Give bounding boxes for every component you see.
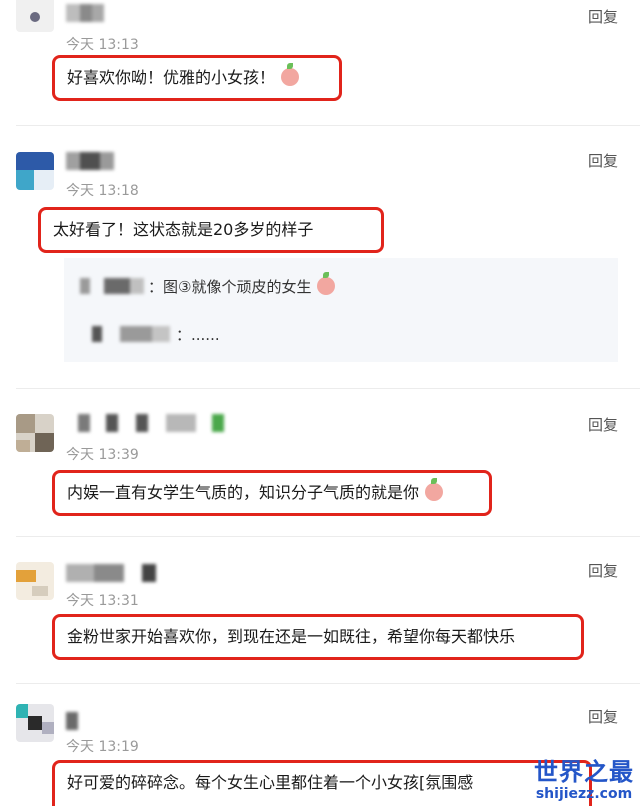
peach-emoji-icon [281, 63, 300, 86]
sub-reply-username-blurred [80, 278, 148, 294]
comment-text-content: 太好看了！这状态就是20多岁的样子 [53, 220, 314, 239]
comment-time: 今天 13:39 [66, 447, 139, 463]
username-blurred[interactable] [66, 152, 116, 170]
username-blurred[interactable] [66, 564, 158, 582]
avatar[interactable] [16, 414, 54, 452]
comment-text-content: 好喜欢你呦！优雅的小女孩！ [67, 68, 276, 87]
comment-time: 今天 13:18 [66, 183, 139, 199]
reply-button[interactable]: 回复 [588, 414, 618, 435]
sub-reply-text: ：图③就像个顽皮的女生 [148, 278, 312, 296]
sub-reply-text: ：...... [176, 326, 220, 344]
comment-text: 好喜欢你呦！优雅的小女孩！ [52, 55, 342, 101]
divider [16, 683, 640, 684]
comment-time: 今天 13:31 [66, 593, 139, 609]
divider [16, 125, 640, 126]
sub-reply[interactable]: ：图③就像个顽皮的女生 [80, 272, 336, 297]
reply-button[interactable]: 回复 [588, 706, 618, 727]
avatar[interactable] [16, 704, 54, 742]
divider [16, 388, 640, 389]
kiss-emoji-icon [425, 478, 444, 501]
watermark-url: shijiezz.com [535, 786, 633, 802]
comment-text-content: 好可爱的碎碎念。每个女生心里都住着一个小女孩[氛围感 [67, 773, 474, 792]
sub-reply-panel: ：图③就像个顽皮的女生 ：...... [64, 258, 618, 362]
site-watermark: 世界之最 shijiezz.com [534, 758, 634, 802]
avatar[interactable] [16, 562, 54, 600]
comment-text-content: 金粉世家开始喜欢你，到现在还是一如既往，希望你每天都快乐 [67, 627, 516, 646]
username-blurred[interactable] [66, 414, 226, 432]
avatar[interactable] [16, 152, 54, 190]
comment-text: 好可爱的碎碎念。每个女生心里都住着一个小女孩[氛围感 [52, 760, 592, 806]
divider [16, 536, 640, 537]
comment-text-content: 内娱一直有女学生气质的，知识分子气质的就是你 [67, 483, 420, 502]
comment-text: 金粉世家开始喜欢你，到现在还是一如既往，希望你每天都快乐 [52, 614, 584, 660]
reply-button[interactable]: 回复 [588, 560, 618, 581]
sub-reply-username-blurred [80, 326, 176, 342]
avatar[interactable] [16, 0, 54, 32]
sub-reply[interactable]: ：...... [80, 324, 220, 345]
peach-emoji-icon [317, 272, 336, 295]
comment-text: 内娱一直有女学生气质的，知识分子气质的就是你 [52, 470, 492, 516]
watermark-logo-text: 世界之最 [534, 758, 634, 786]
username-blurred[interactable] [66, 712, 86, 730]
username-blurred[interactable] [66, 4, 106, 22]
comment-time: 今天 13:19 [66, 739, 139, 755]
reply-button[interactable]: 回复 [588, 6, 618, 27]
reply-button[interactable]: 回复 [588, 150, 618, 171]
comment-time: 今天 13:13 [66, 37, 139, 53]
comment-text: 太好看了！这状态就是20多岁的样子 [38, 207, 384, 253]
